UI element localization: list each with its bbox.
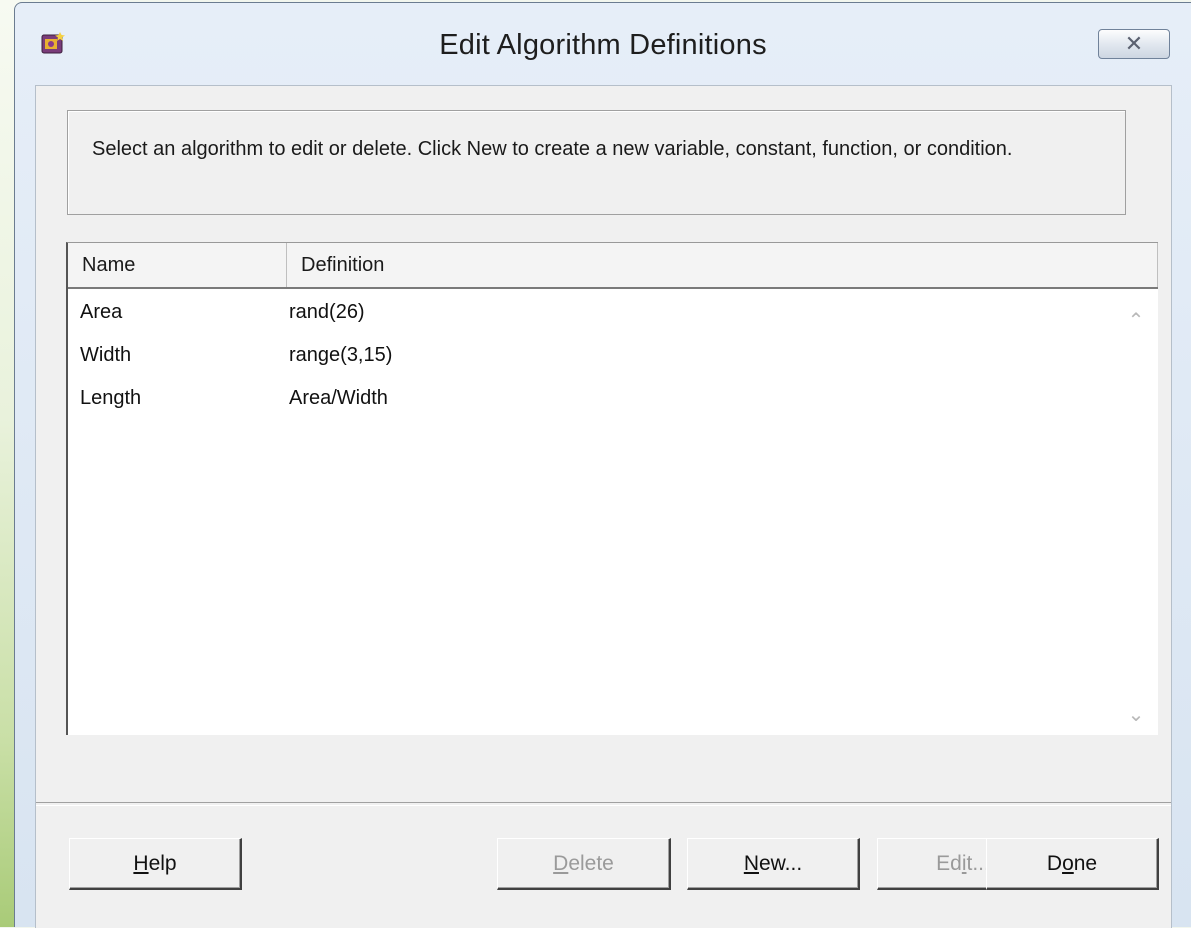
new-label: ew... [758, 852, 803, 875]
close-button[interactable]: ✕ [1098, 29, 1170, 59]
algorithm-list[interactable]: Name Definition Area rand(26) Width rang… [66, 242, 1158, 735]
list-item[interactable]: Length Area/Width [68, 376, 1118, 419]
new-button[interactable]: New... [687, 838, 860, 890]
done-label-pre: D [1046, 852, 1063, 875]
new-mnemonic: N [743, 852, 759, 875]
item-name: Length [80, 387, 142, 409]
dialog-client-area: Select an algorithm to edit or delete. C… [35, 85, 1172, 928]
help-mnemonic: H [133, 852, 149, 875]
item-definition: Area/Width [289, 387, 388, 409]
list-rows: Area rand(26) Width range(3,15) Length A… [68, 290, 1118, 419]
done-label: ne [1073, 852, 1098, 875]
item-name: Width [80, 344, 132, 366]
done-mnemonic: o [1062, 852, 1074, 875]
item-definition: rand(26) [289, 301, 365, 323]
help-button[interactable]: Help [69, 838, 242, 890]
done-button[interactable]: Done [986, 838, 1159, 890]
column-header-definition[interactable]: Definition [287, 243, 1158, 287]
separator [36, 802, 1171, 806]
list-header: Name Definition [68, 243, 1158, 289]
help-label: elp [148, 852, 177, 875]
scroll-up-arrow-icon[interactable]: ⌃ [1121, 309, 1151, 333]
delete-label: elete [568, 852, 614, 875]
delete-mnemonic: D [553, 852, 569, 875]
dialog-window: Edit Algorithm Definitions ✕ Select an a… [14, 2, 1191, 928]
list-item[interactable]: Area rand(26) [68, 290, 1118, 333]
item-name: Area [80, 301, 123, 323]
column-header-name[interactable]: Name [68, 243, 287, 287]
item-definition: range(3,15) [289, 344, 393, 366]
scroll-down-arrow-icon[interactable]: ⌄ [1121, 703, 1151, 727]
instructions-text: Select an algorithm to edit or delete. C… [67, 110, 1126, 215]
edit-label-pre: Ed [936, 852, 962, 875]
title-bar: Edit Algorithm Definitions ✕ [15, 3, 1191, 85]
list-item[interactable]: Width range(3,15) [68, 333, 1118, 376]
close-icon: ✕ [1124, 31, 1144, 56]
delete-button[interactable]: Delete [497, 838, 671, 890]
dialog-title: Edit Algorithm Definitions [439, 29, 767, 61]
